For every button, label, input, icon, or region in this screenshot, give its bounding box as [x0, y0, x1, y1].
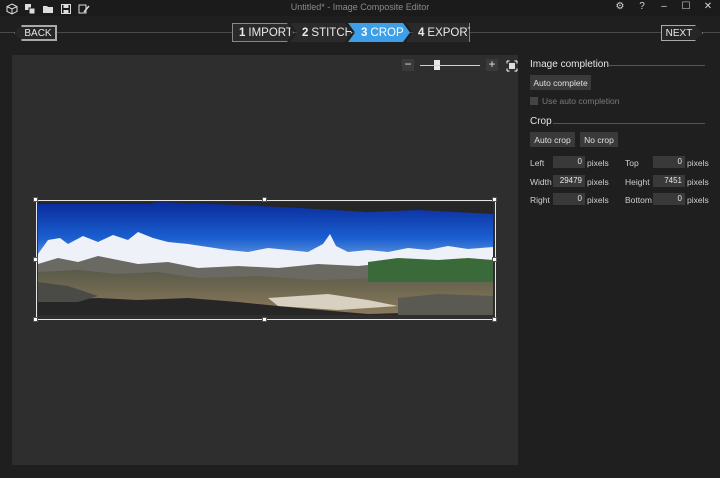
right-unit: pixels [587, 195, 609, 205]
width-label: Width [530, 177, 552, 187]
window-title: Untitled* - Image Composite Editor [290, 2, 430, 12]
width-input[interactable]: 29479 [553, 175, 585, 187]
step-stitch[interactable]: 2 STITCH [290, 23, 352, 42]
step-number: 3 [361, 26, 368, 39]
crop-handle-top-right[interactable] [492, 197, 497, 202]
zoom-to-fit-icon[interactable] [506, 59, 518, 72]
zoom-out-button[interactable]: − [402, 58, 414, 71]
width-unit: pixels [587, 177, 609, 187]
step-label: CROP [370, 26, 404, 39]
minimize-icon[interactable]: – [658, 1, 670, 12]
right-input[interactable]: 0 [553, 193, 585, 205]
left-label: Left [530, 158, 545, 168]
title-bar: Untitled* - Image Composite Editor ⚙ ? –… [0, 0, 720, 16]
crop-handle-top-left[interactable] [33, 197, 38, 202]
crop-handle-top[interactable] [262, 197, 267, 202]
window-controls: ⚙ ? – ☐ ✕ [614, 1, 714, 12]
bottom-label: Bottom [625, 195, 652, 205]
step-label: IMPORT [248, 26, 293, 39]
left-unit: pixels [587, 158, 609, 168]
use-auto-completion-checkbox[interactable]: Use auto completion [530, 96, 620, 106]
bottom-unit: pixels [687, 195, 709, 205]
back-button[interactable]: BACK [14, 25, 57, 41]
step-number: 2 [302, 26, 309, 39]
step-number: 4 [418, 26, 425, 39]
right-label: Right [530, 195, 550, 205]
help-icon[interactable]: ? [636, 1, 648, 12]
left-input[interactable]: 0 [553, 156, 585, 168]
checkbox-box[interactable] [530, 97, 538, 105]
height-input[interactable]: 7451 [653, 175, 685, 187]
height-label: Height [625, 177, 650, 187]
zoom-in-button[interactable]: + [486, 58, 498, 71]
maximize-icon[interactable]: ☐ [680, 1, 692, 12]
step-import[interactable]: 1 IMPORT [232, 23, 294, 42]
zoom-control: − + [402, 58, 518, 72]
image-completion-rule [609, 65, 705, 66]
crop-section-rule [553, 123, 705, 124]
workflow-nav: BACK 1 IMPORT 2 STITCH 3 CROP 4 EXPORT NEXT [0, 16, 720, 48]
step-export[interactable]: 4 EXPORT [406, 23, 470, 42]
step-label: STITCH [311, 26, 353, 39]
zoom-slider-thumb[interactable] [434, 60, 440, 70]
crop-handle-bottom-right[interactable] [492, 317, 497, 322]
height-unit: pixels [687, 177, 709, 187]
next-button[interactable]: NEXT [661, 25, 703, 41]
step-crop[interactable]: 3 CROP [348, 23, 410, 42]
top-unit: pixels [687, 158, 709, 168]
step-number: 1 [239, 26, 246, 39]
crop-handle-right[interactable] [492, 257, 497, 262]
crop-handle-bottom[interactable] [262, 317, 267, 322]
checkbox-label: Use auto completion [542, 96, 620, 106]
zoom-slider[interactable] [420, 59, 480, 71]
crop-rectangle[interactable] [36, 200, 496, 320]
step-label: EXPORT [427, 26, 475, 39]
no-crop-button[interactable]: No crop [580, 132, 618, 147]
bottom-input[interactable]: 0 [653, 193, 685, 205]
auto-crop-button[interactable]: Auto crop [530, 132, 575, 147]
crop-handle-bottom-left[interactable] [33, 317, 38, 322]
image-completion-title: Image completion [530, 59, 609, 70]
close-icon[interactable]: ✕ [702, 1, 714, 12]
crop-handle-left[interactable] [33, 257, 38, 262]
settings-icon[interactable]: ⚙ [614, 1, 626, 12]
settings-panel [522, 48, 720, 478]
workflow-steps: 1 IMPORT 2 STITCH 3 CROP 4 EXPORT [232, 23, 470, 42]
top-input[interactable]: 0 [653, 156, 685, 168]
crop-section-title: Crop [530, 116, 552, 127]
top-label: Top [625, 158, 639, 168]
auto-complete-button[interactable]: Auto complete [530, 75, 591, 90]
